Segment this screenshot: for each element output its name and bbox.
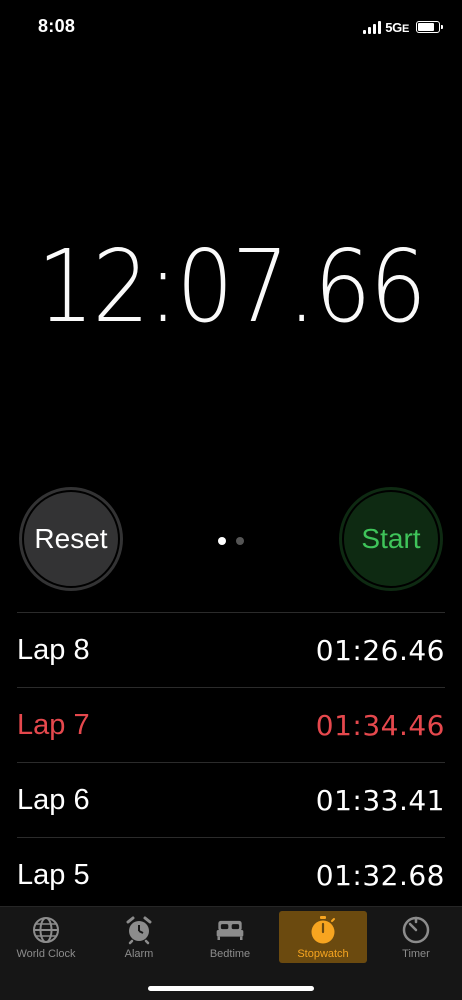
lap-name: Lap 7 [17, 708, 90, 741]
status-indicators: 5GE [363, 18, 443, 36]
tab-alarm[interactable]: Alarm [95, 911, 183, 963]
home-indicator[interactable] [148, 986, 314, 991]
start-button-label: Start [361, 523, 421, 554]
tab-timer[interactable]: Timer [372, 911, 460, 963]
start-button[interactable]: Start [339, 487, 443, 591]
lap-name: Lap 5 [17, 859, 90, 891]
reset-button[interactable]: Reset [19, 487, 123, 591]
status-bar: 8:08 5GE [0, 0, 462, 56]
lap-name: Lap 8 [17, 633, 90, 666]
signal-strength-icon [363, 20, 382, 34]
lap-row: Lap 8 01:26.46 [17, 613, 445, 688]
network-type: 5GE [385, 19, 409, 35]
lap-time: 01:33.41 [315, 783, 445, 817]
bed-icon [215, 915, 245, 945]
globe-icon [31, 915, 61, 945]
timer-icon [401, 915, 431, 945]
tab-label: Timer [402, 948, 430, 960]
tab-label: World Clock [16, 948, 76, 960]
tab-label: Alarm [124, 948, 154, 960]
stopwatch-icon [308, 915, 338, 945]
lap-row: Lap 5 01:32.68 [17, 838, 445, 913]
battery-level [418, 23, 434, 31]
alarm-clock-icon [124, 915, 154, 945]
page-indicator[interactable] [218, 537, 244, 545]
reset-button-label: Reset [34, 523, 108, 554]
tab-world-clock[interactable]: World Clock [2, 911, 90, 963]
tab-stopwatch[interactable]: Stopwatch [279, 911, 367, 963]
lap-time: 01:34.46 [315, 708, 445, 742]
lap-row: Lap 6 01:33.41 [17, 763, 445, 838]
battery-icon [416, 21, 443, 33]
lap-row-slowest: Lap 7 01:34.46 [17, 688, 445, 763]
lap-list[interactable]: Lap 8 01:26.46 Lap 7 01:34.46 Lap 6 01:3… [17, 612, 445, 913]
lap-time: 01:26.46 [315, 633, 445, 667]
status-time: 8:08 [38, 16, 76, 36]
page-dot-active [218, 537, 226, 545]
tab-label: Bedtime [209, 948, 251, 960]
lap-name: Lap 6 [17, 783, 90, 816]
page-dot-inactive [236, 537, 244, 545]
lap-time: 01:32.68 [315, 859, 445, 892]
tab-bedtime[interactable]: Bedtime [186, 911, 274, 963]
elapsed-time: 12:07.66 [36, 228, 427, 345]
tab-label: Stopwatch [297, 948, 349, 960]
stopwatch-display: 12:07.66 [23, 232, 439, 342]
